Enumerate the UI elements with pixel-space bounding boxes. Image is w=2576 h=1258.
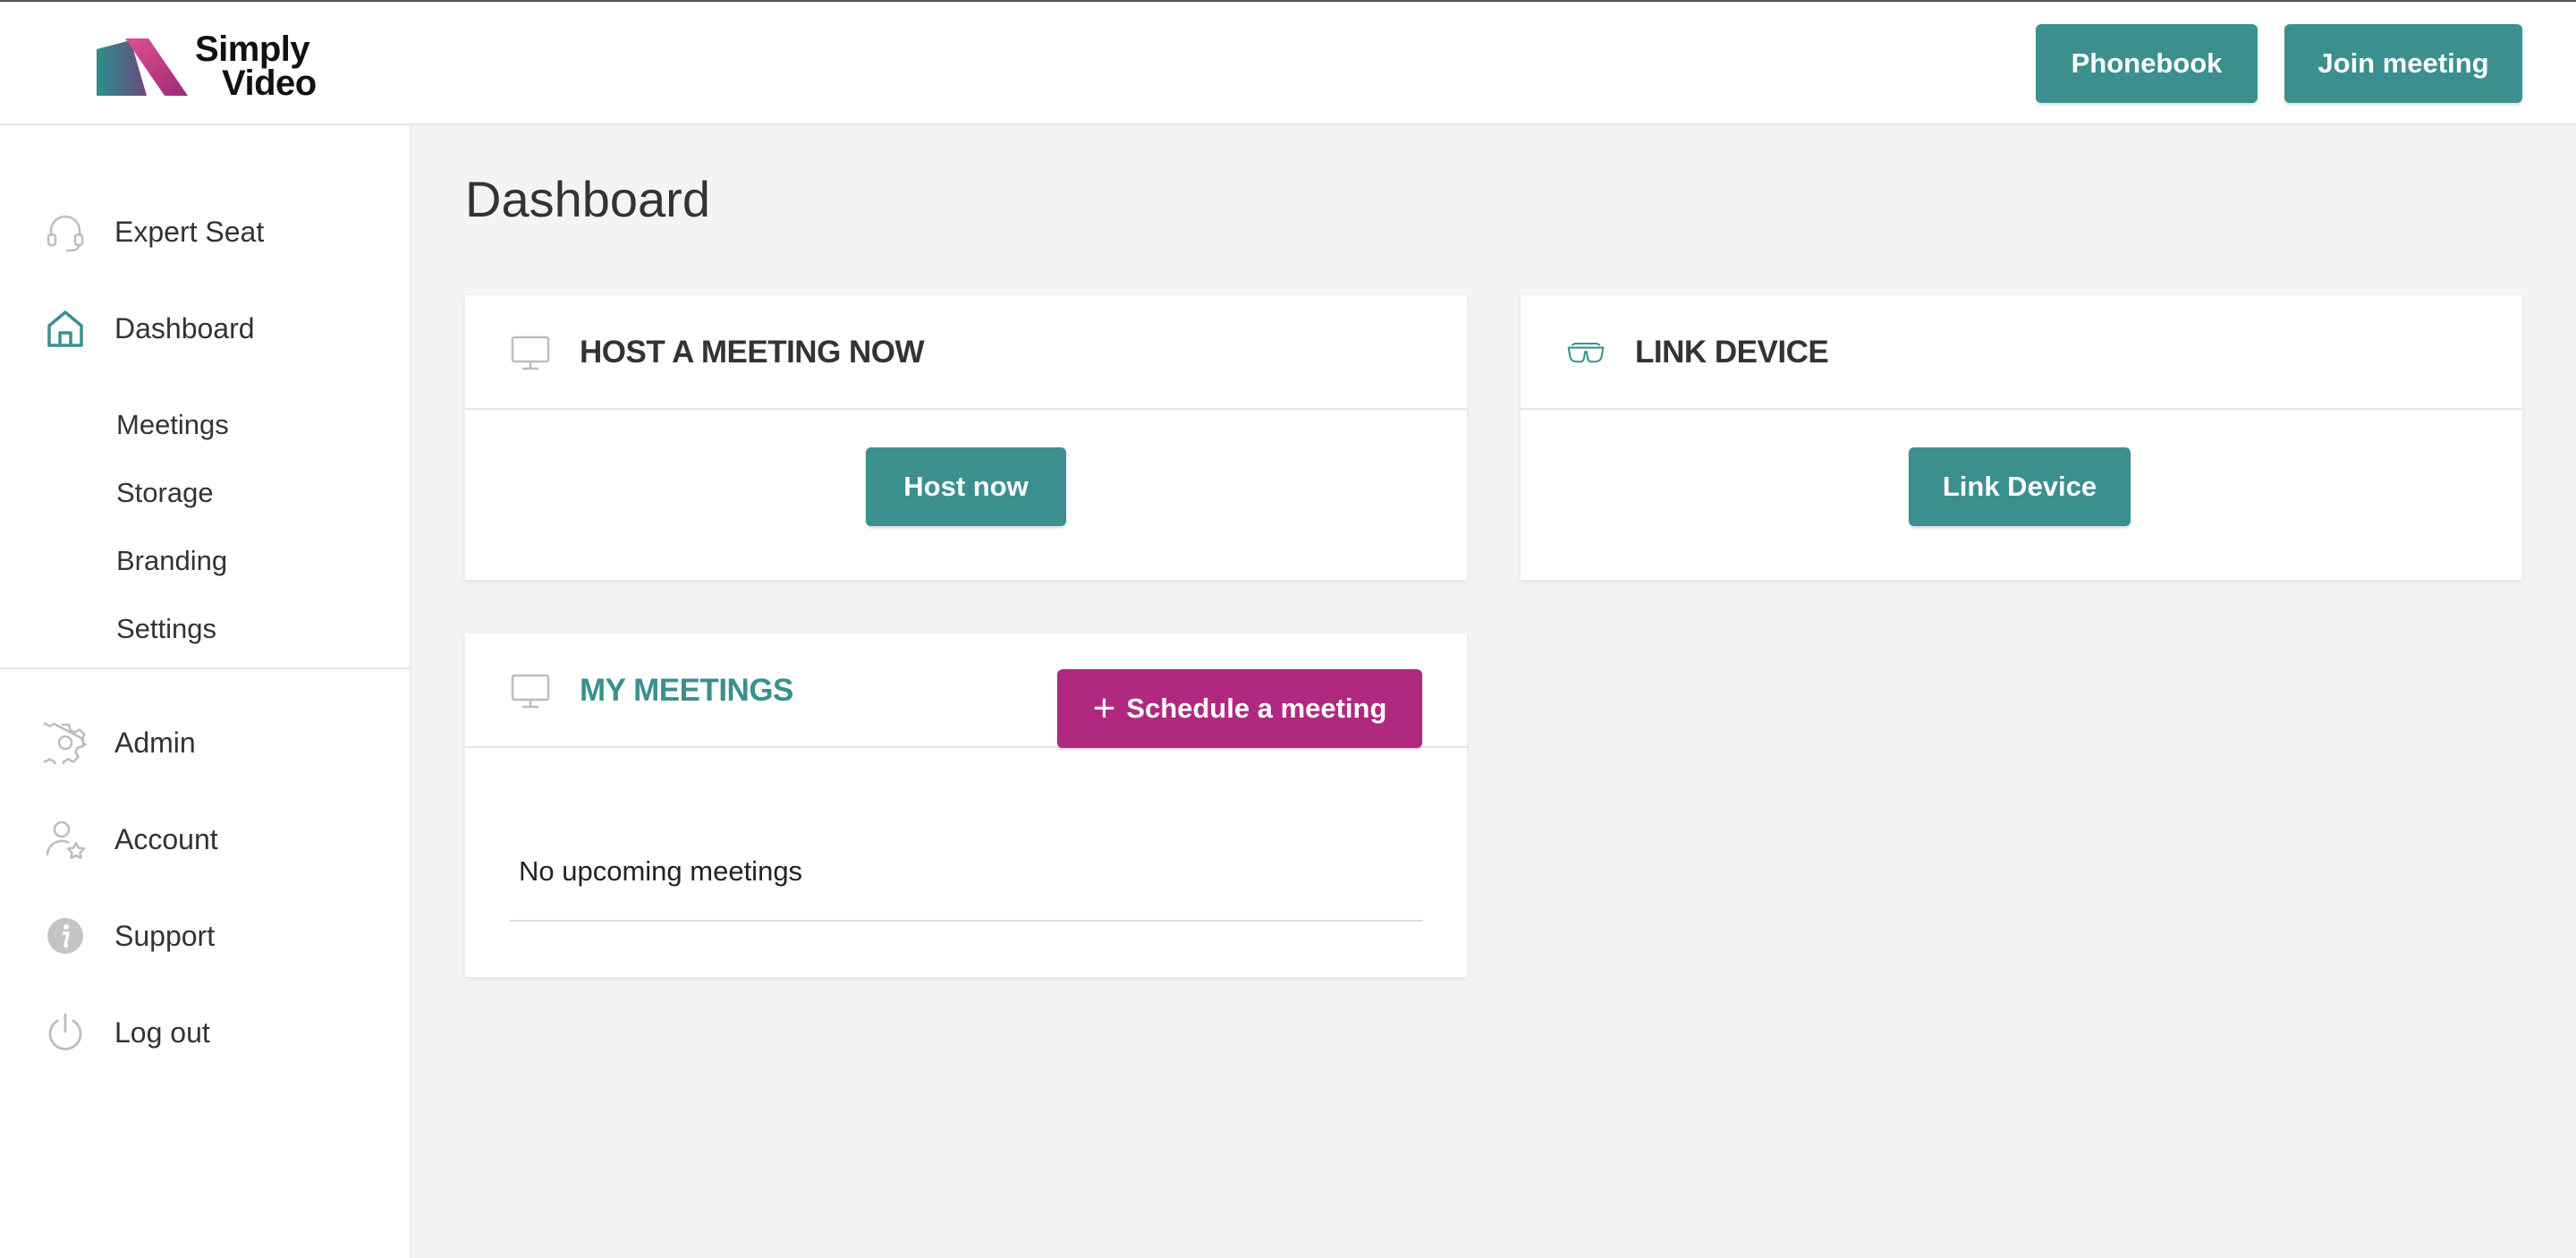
monitor-icon — [510, 671, 551, 712]
smart-glasses-icon — [1565, 333, 1606, 374]
headset-icon — [43, 209, 88, 254]
simply-video-logo[interactable]: Simply Video — [95, 29, 317, 104]
sidebar-item-label: Account — [114, 822, 218, 855]
card-header: LINK DEVICE — [1521, 295, 2522, 410]
sidebar-item-label: Dashboard — [114, 311, 255, 344]
sidebar-item-label: Expert Seat — [114, 215, 265, 248]
sidebar-subitem-branding[interactable]: Branding — [116, 539, 227, 583]
host-meeting-card: HOST A MEETING NOW Host now — [465, 295, 1467, 580]
user-star-icon — [43, 817, 88, 862]
sidebar-item-label: Support — [114, 919, 216, 952]
sidebar-item-label: Log out — [114, 1016, 210, 1049]
card-title: MY MEETINGS — [580, 673, 793, 708]
link-device-card: LINK DEVICE Link Device — [1521, 295, 2522, 580]
sidebar-divider — [0, 667, 411, 669]
card-title: LINK DEVICE — [1635, 335, 1829, 370]
top-header: Simply Video Phonebook Join meeting — [0, 2, 2576, 125]
sidebar-subitem-storage[interactable]: Storage — [116, 471, 214, 515]
phonebook-button[interactable]: Phonebook — [2036, 24, 2258, 103]
no-meetings-text: No upcoming meetings — [519, 855, 803, 887]
card-title: HOST A MEETING NOW — [580, 335, 925, 370]
sidebar-item-account[interactable]: Account — [43, 812, 218, 866]
logo-line-2: Video — [222, 64, 317, 103]
gear-icon — [43, 720, 88, 765]
card-header: HOST A MEETING NOW — [465, 295, 1467, 410]
schedule-meeting-label: Schedule a meeting — [1126, 693, 1387, 724]
sidebar-item-support[interactable]: Support — [43, 909, 215, 963]
page-title: Dashboard — [465, 171, 710, 227]
plus-icon: + — [1092, 686, 1116, 730]
list-divider — [510, 920, 1422, 922]
logo-mark-icon — [97, 38, 188, 96]
sidebar-item-expert-seat[interactable]: Expert Seat — [43, 205, 264, 259]
schedule-meeting-button[interactable]: + Schedule a meeting — [1057, 669, 1422, 748]
sidebar-subitem-meetings[interactable]: Meetings — [116, 403, 229, 447]
logo-line-1: Simply — [195, 30, 310, 69]
sidebar: Expert Seat Dashboard Meetings Storage B… — [0, 125, 411, 1258]
card-header: MY MEETINGS + Schedule a meeting — [465, 633, 1467, 748]
info-icon — [43, 914, 88, 958]
home-icon — [43, 306, 88, 351]
sidebar-item-dashboard[interactable]: Dashboard — [43, 302, 255, 355]
my-meetings-card: MY MEETINGS + Schedule a meeting No upco… — [465, 633, 1467, 977]
join-meeting-button[interactable]: Join meeting — [2284, 24, 2522, 103]
monitor-icon — [510, 333, 551, 374]
host-now-button[interactable]: Host now — [866, 447, 1066, 526]
sidebar-subitem-settings[interactable]: Settings — [116, 607, 216, 651]
sidebar-item-admin[interactable]: Admin — [43, 716, 196, 769]
main-content: Dashboard HOST A MEETING NOW Host now LI… — [411, 125, 2576, 1258]
sidebar-item-log-out[interactable]: Log out — [43, 1006, 210, 1059]
logo-wordmark: Simply Video — [195, 30, 317, 103]
link-device-button[interactable]: Link Device — [1909, 447, 2131, 526]
power-icon — [43, 1010, 88, 1055]
sidebar-item-label: Admin — [114, 726, 196, 759]
